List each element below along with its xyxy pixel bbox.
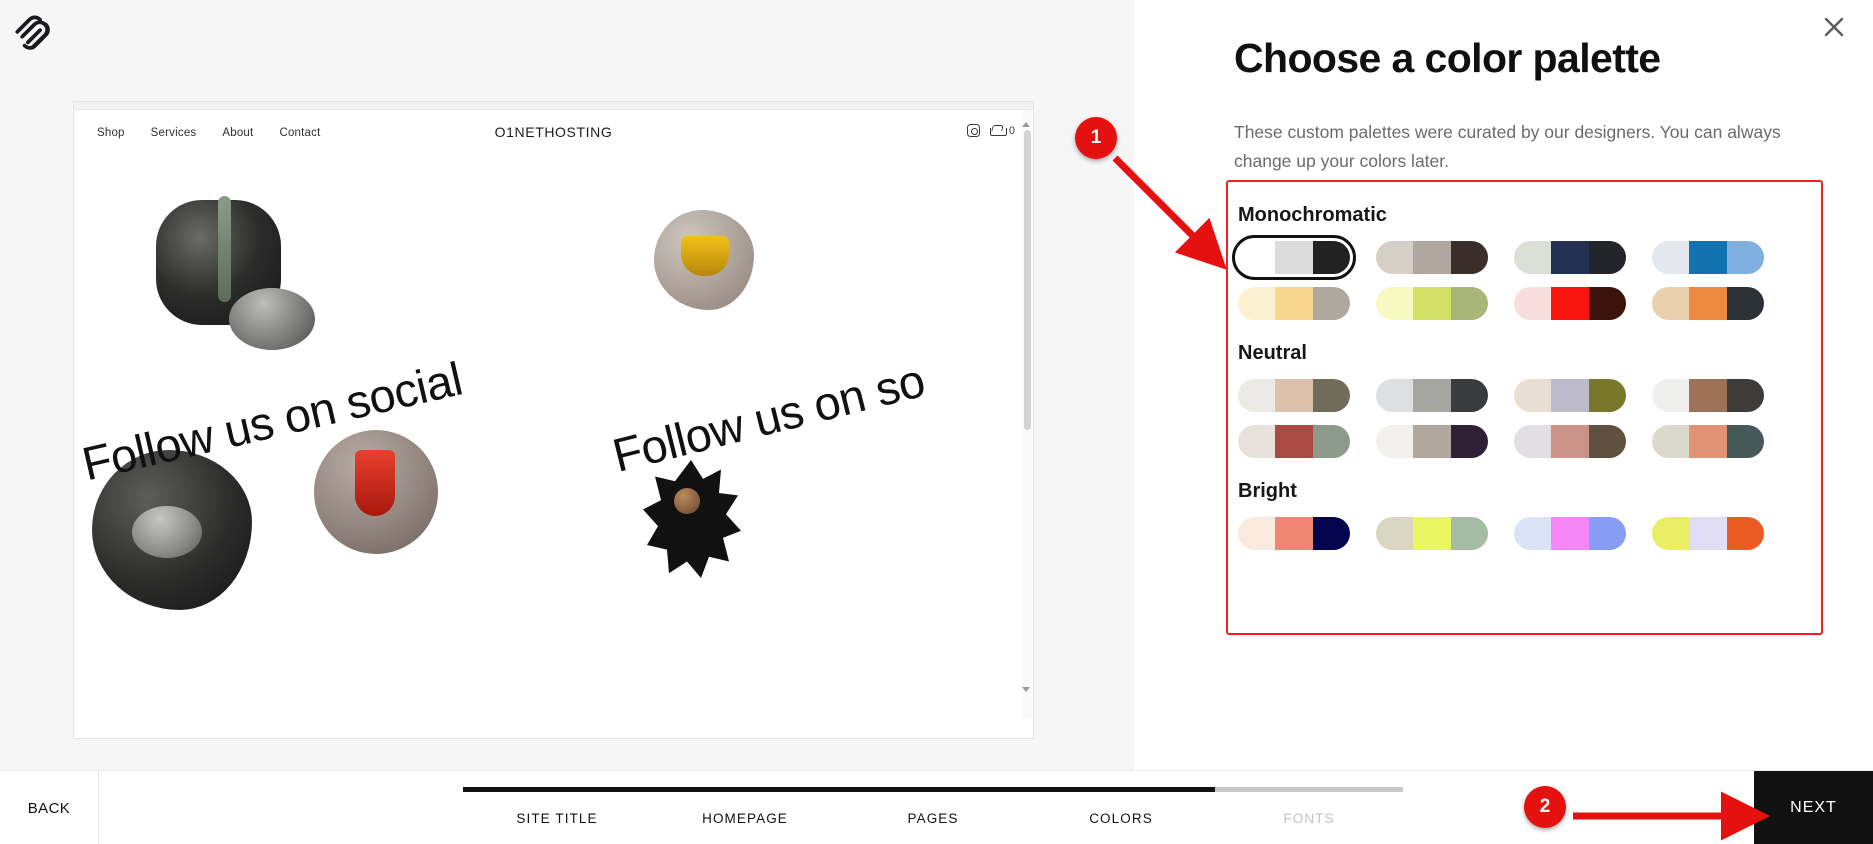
screen-root: Shop Services About Contact O1NETHOSTING… — [0, 0, 1873, 844]
annotation-arrows — [1112, 155, 1770, 841]
